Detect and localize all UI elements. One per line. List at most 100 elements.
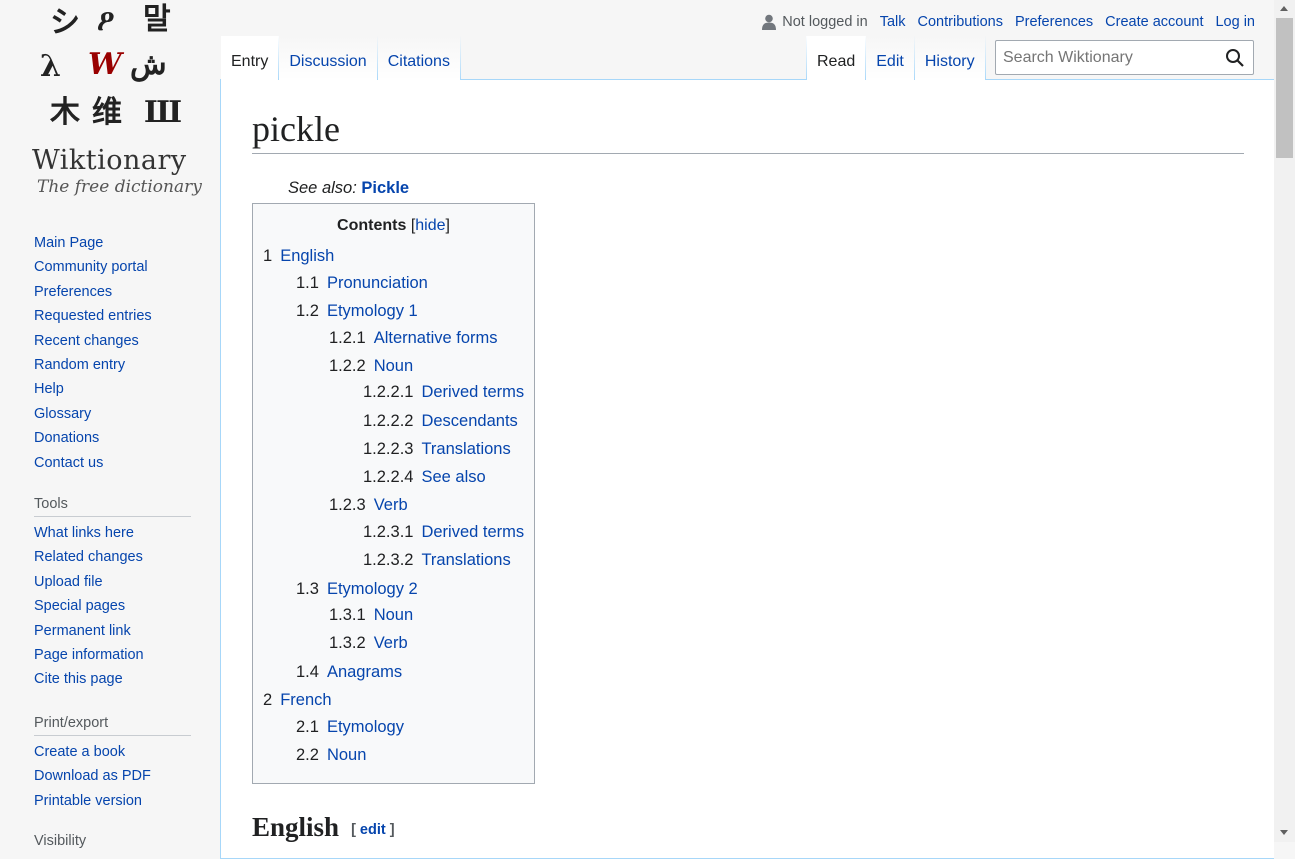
tab-history[interactable]: History	[914, 36, 986, 80]
tools-special-pages[interactable]: Special pages	[34, 596, 194, 620]
nav-main-page[interactable]: Main Page	[34, 233, 194, 257]
toc-item[interactable]: 1.2.1 Alternative forms	[329, 329, 498, 348]
toc-item[interactable]: 1.2 Etymology 1	[296, 302, 418, 321]
see-also-link[interactable]: Pickle	[361, 179, 409, 197]
tools-link[interactable]: Upload file	[34, 574, 103, 590]
print-download-pdf[interactable]: Download as PDF	[34, 766, 194, 790]
nav-link[interactable]: Recent changes	[34, 333, 139, 349]
toc-hide-toggle[interactable]: hide	[415, 217, 445, 234]
tools-link[interactable]: Page information	[34, 647, 144, 663]
toc-link[interactable]: Anagrams	[327, 663, 402, 681]
nav-link[interactable]: Glossary	[34, 406, 91, 422]
nav-requested-entries[interactable]: Requested entries	[34, 306, 194, 330]
toc-item[interactable]: 1.3 Etymology 2	[296, 580, 418, 599]
toc-item[interactable]: 1.1 Pronunciation	[296, 274, 428, 293]
tools-permanent-link[interactable]: Permanent link	[34, 621, 194, 645]
toc-number: 2.2	[296, 746, 319, 764]
create-account-link[interactable]: Create account	[1105, 14, 1203, 30]
print-create-book[interactable]: Create a book	[34, 742, 194, 766]
tools-link[interactable]: Special pages	[34, 598, 125, 614]
toc-item[interactable]: 1.3.1 Noun	[329, 606, 413, 625]
nav-glossary[interactable]: Glossary	[34, 404, 194, 428]
toc-item[interactable]: 1.2.2 Noun	[329, 357, 413, 376]
toc-link[interactable]: Derived terms	[421, 383, 524, 401]
tools-link[interactable]: Permanent link	[34, 623, 131, 639]
toc-item[interactable]: 1.2.2.3 Translations	[363, 440, 511, 459]
wiktionary-logo[interactable]: シ ዖ 말 λ W ش 木 维 Ш Wiktionary The free di…	[22, 0, 202, 205]
toc-link[interactable]: Etymology 1	[327, 302, 418, 320]
toc-item[interactable]: 1.2.3 Verb	[329, 496, 408, 515]
nav-random-entry[interactable]: Random entry	[34, 355, 194, 379]
toc-link[interactable]: Translations	[421, 440, 510, 458]
nav-link[interactable]: Contact us	[34, 455, 103, 471]
nav-link[interactable]: Preferences	[34, 284, 112, 300]
tab-read[interactable]: Read	[806, 36, 867, 80]
toc-link[interactable]: Noun	[374, 357, 413, 375]
section-edit-link[interactable]: edit	[360, 822, 386, 838]
log-in-link[interactable]: Log in	[1215, 14, 1255, 30]
toc-item[interactable]: 1.2.3.2 Translations	[363, 551, 511, 570]
toc-link[interactable]: English	[280, 247, 334, 265]
nav-link[interactable]: Help	[34, 381, 64, 397]
nav-link[interactable]: Requested entries	[34, 308, 152, 324]
toc-link[interactable]: Pronunciation	[327, 274, 428, 292]
contributions-link[interactable]: Contributions	[918, 14, 1003, 30]
scrollbar-thumb[interactable]	[1276, 18, 1293, 158]
nav-link[interactable]: Donations	[34, 430, 99, 446]
scrollbar[interactable]	[1274, 0, 1295, 842]
tab-discussion[interactable]: Discussion	[279, 36, 378, 80]
toc-link[interactable]: Derived terms	[421, 523, 524, 541]
toc-link[interactable]: See also	[421, 468, 485, 486]
toc-link[interactable]: Noun	[327, 746, 366, 764]
tools-link[interactable]: What links here	[34, 525, 134, 541]
scroll-up-arrow-icon[interactable]	[1280, 6, 1288, 11]
tools-what-links-here[interactable]: What links here	[34, 523, 194, 547]
toc-link[interactable]: Alternative forms	[374, 329, 498, 347]
tab-entry[interactable]: Entry	[221, 36, 280, 80]
print-link[interactable]: Printable version	[34, 793, 142, 809]
print-link[interactable]: Create a book	[34, 744, 125, 760]
nav-donations[interactable]: Donations	[34, 428, 194, 452]
toc-link[interactable]: French	[280, 691, 331, 709]
tools-link[interactable]: Related changes	[34, 549, 143, 565]
nav-link[interactable]: Random entry	[34, 357, 125, 373]
nav-link[interactable]: Main Page	[34, 235, 103, 251]
toc-item[interactable]: 2.1 Etymology	[296, 718, 404, 737]
print-link[interactable]: Download as PDF	[34, 768, 151, 784]
toc-link[interactable]: Noun	[374, 606, 413, 624]
nav-community-portal[interactable]: Community portal	[34, 257, 194, 281]
scroll-down-arrow-icon[interactable]	[1280, 830, 1288, 835]
nav-link[interactable]: Community portal	[34, 259, 148, 275]
toc-item[interactable]: 1.2.2.1 Derived terms	[363, 383, 524, 402]
toc-link[interactable]: Etymology 2	[327, 580, 418, 598]
tools-cite-this-page[interactable]: Cite this page	[34, 669, 194, 693]
tools-upload-file[interactable]: Upload file	[34, 572, 194, 596]
nav-help[interactable]: Help	[34, 379, 194, 403]
nav-recent-changes[interactable]: Recent changes	[34, 331, 194, 355]
toc-link[interactable]: Translations	[421, 551, 510, 569]
tab-edit[interactable]: Edit	[866, 36, 915, 80]
toc-link[interactable]: Descendants	[421, 412, 517, 430]
tab-citations[interactable]: Citations	[377, 36, 461, 80]
toc-item[interactable]: 1.4 Anagrams	[296, 663, 402, 682]
nav-preferences[interactable]: Preferences	[34, 282, 194, 306]
search-icon[interactable]	[1225, 48, 1245, 68]
toc-item[interactable]: 1.2.2.4 See also	[363, 468, 486, 487]
toc-item[interactable]: 1.3.2 Verb	[329, 634, 408, 653]
nav-contact-us[interactable]: Contact us	[34, 453, 194, 477]
print-printable-version[interactable]: Printable version	[34, 791, 194, 815]
tools-page-information[interactable]: Page information	[34, 645, 194, 669]
toc-link[interactable]: Verb	[374, 634, 408, 652]
toc-link[interactable]: Etymology	[327, 718, 404, 736]
tools-related-changes[interactable]: Related changes	[34, 547, 194, 571]
toc-item[interactable]: 1.2.3.1 Derived terms	[363, 523, 524, 542]
toc-item[interactable]: 1.2.2.2 Descendants	[363, 412, 518, 431]
preferences-link[interactable]: Preferences	[1015, 14, 1093, 30]
talk-link[interactable]: Talk	[880, 14, 906, 30]
tools-link[interactable]: Cite this page	[34, 671, 123, 687]
toc-item[interactable]: 2.2 Noun	[296, 746, 366, 765]
search-input[interactable]	[996, 41, 1216, 74]
toc-item[interactable]: 1 English	[263, 247, 334, 266]
toc-link[interactable]: Verb	[374, 496, 408, 514]
toc-item[interactable]: 2 French	[263, 691, 332, 710]
